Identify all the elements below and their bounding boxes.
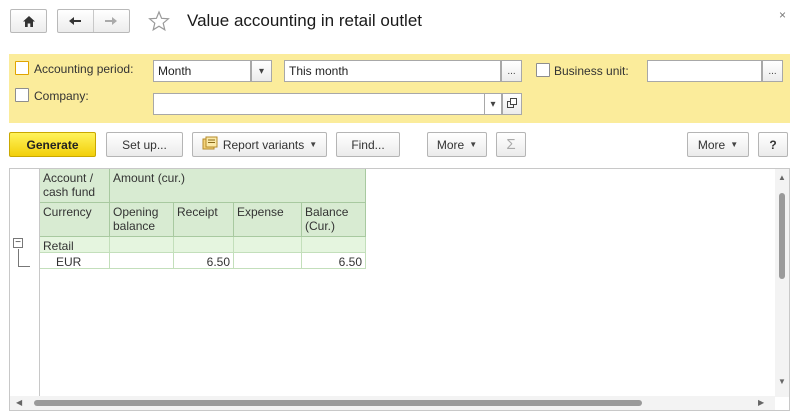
horizontal-scroll-thumb[interactable] [34, 400, 642, 406]
sum-button[interactable]: Σ [496, 132, 526, 157]
arrow-left-icon [68, 16, 82, 26]
sigma-icon: Σ [506, 136, 516, 153]
vertical-scroll-thumb[interactable] [779, 193, 785, 279]
header-amount: Amount (cur.) [110, 169, 366, 203]
history-nav [57, 9, 130, 33]
more-button-left[interactable]: More ▼ [427, 132, 487, 157]
filter-panel: Accounting period: Month ▾ This month ..… [9, 54, 790, 123]
period-select-button[interactable]: ... [501, 60, 522, 82]
period-type-select[interactable]: Month [153, 60, 251, 82]
help-button[interactable]: ? [758, 132, 788, 157]
collapse-group-icon[interactable]: − [13, 238, 23, 248]
accounting-period-label: Accounting period: [34, 62, 134, 76]
scroll-left-icon[interactable]: ◀ [16, 398, 22, 408]
row-balance: 6.50 [302, 253, 366, 269]
header-receipt: Receipt [174, 203, 234, 237]
company-label: Company: [34, 89, 89, 103]
setup-button[interactable]: Set up... [106, 132, 183, 157]
more-label: More [436, 137, 465, 152]
business-unit-label: Business unit: [554, 64, 629, 78]
header-currency: Currency [40, 203, 110, 237]
group-cell [302, 237, 366, 253]
business-unit-checkbox[interactable] [536, 63, 550, 77]
more-label: More [697, 137, 726, 152]
close-icon[interactable]: × [779, 8, 786, 22]
period-type-dropdown-button[interactable]: ▾ [251, 60, 272, 82]
star-icon[interactable] [148, 10, 170, 35]
group-cell [234, 237, 302, 253]
company-checkbox[interactable] [15, 88, 29, 102]
home-button[interactable] [10, 9, 47, 33]
row-currency: EUR [40, 253, 110, 269]
horizontal-scrollbar[interactable]: ◀ ▶ [10, 396, 775, 410]
find-button[interactable]: Find... [336, 132, 400, 157]
chevron-down-icon: ▾ [490, 98, 496, 110]
generate-button[interactable]: Generate [9, 132, 96, 157]
forward-button[interactable] [94, 10, 130, 32]
period-value-field[interactable]: This month [284, 60, 501, 82]
arrow-right-icon [104, 16, 118, 26]
business-unit-field[interactable] [647, 60, 762, 82]
accounting-period-checkbox[interactable] [15, 61, 29, 75]
header-expense: Expense [234, 203, 302, 237]
chevron-down-icon: ▼ [730, 140, 739, 149]
group-cell [110, 237, 174, 253]
header-balance: Balance (Cur.) [302, 203, 366, 237]
company-field[interactable] [153, 93, 485, 115]
row-opening-balance [110, 253, 174, 269]
company-open-button[interactable] [502, 93, 522, 115]
period-value-text: This month [289, 64, 349, 78]
back-button[interactable] [58, 10, 94, 32]
vertical-scrollbar[interactable]: ▲ ▼ [775, 169, 789, 397]
row-expense [234, 253, 302, 269]
open-window-icon [507, 97, 517, 111]
tree-line [18, 249, 19, 267]
header-opening-balance: Opening balance [110, 203, 174, 237]
group-label: Retail [40, 237, 110, 253]
group-cell [174, 237, 234, 253]
period-type-value: Month [158, 64, 192, 78]
tree-line [18, 266, 30, 267]
scroll-right-icon[interactable]: ▶ [758, 398, 764, 408]
more-button-right[interactable]: More ▼ [687, 132, 749, 157]
chevron-down-icon: ▼ [469, 140, 478, 149]
report-spreadsheet[interactable]: Account / cash fund Amount (cur.) Curren… [9, 168, 790, 411]
row-receipt: 6.50 [174, 253, 234, 269]
chevron-down-icon: ▾ [258, 65, 265, 77]
home-icon [22, 15, 36, 28]
header-account: Account / cash fund [40, 169, 110, 203]
chevron-down-icon: ▼ [309, 140, 318, 149]
report-variants-icon [202, 136, 218, 153]
ellipsis-icon: ... [507, 65, 516, 77]
company-dropdown-button[interactable]: ▾ [485, 93, 502, 115]
business-unit-select-button[interactable]: ... [762, 60, 783, 82]
ellipsis-icon: ... [768, 65, 777, 77]
scroll-up-icon[interactable]: ▲ [778, 173, 786, 183]
page-title: Value accounting in retail outlet [187, 11, 423, 30]
report-variants-button[interactable]: Report variants ▼ [192, 132, 327, 157]
scroll-down-icon[interactable]: ▼ [778, 377, 786, 387]
report-variants-label: Report variants [222, 137, 305, 152]
